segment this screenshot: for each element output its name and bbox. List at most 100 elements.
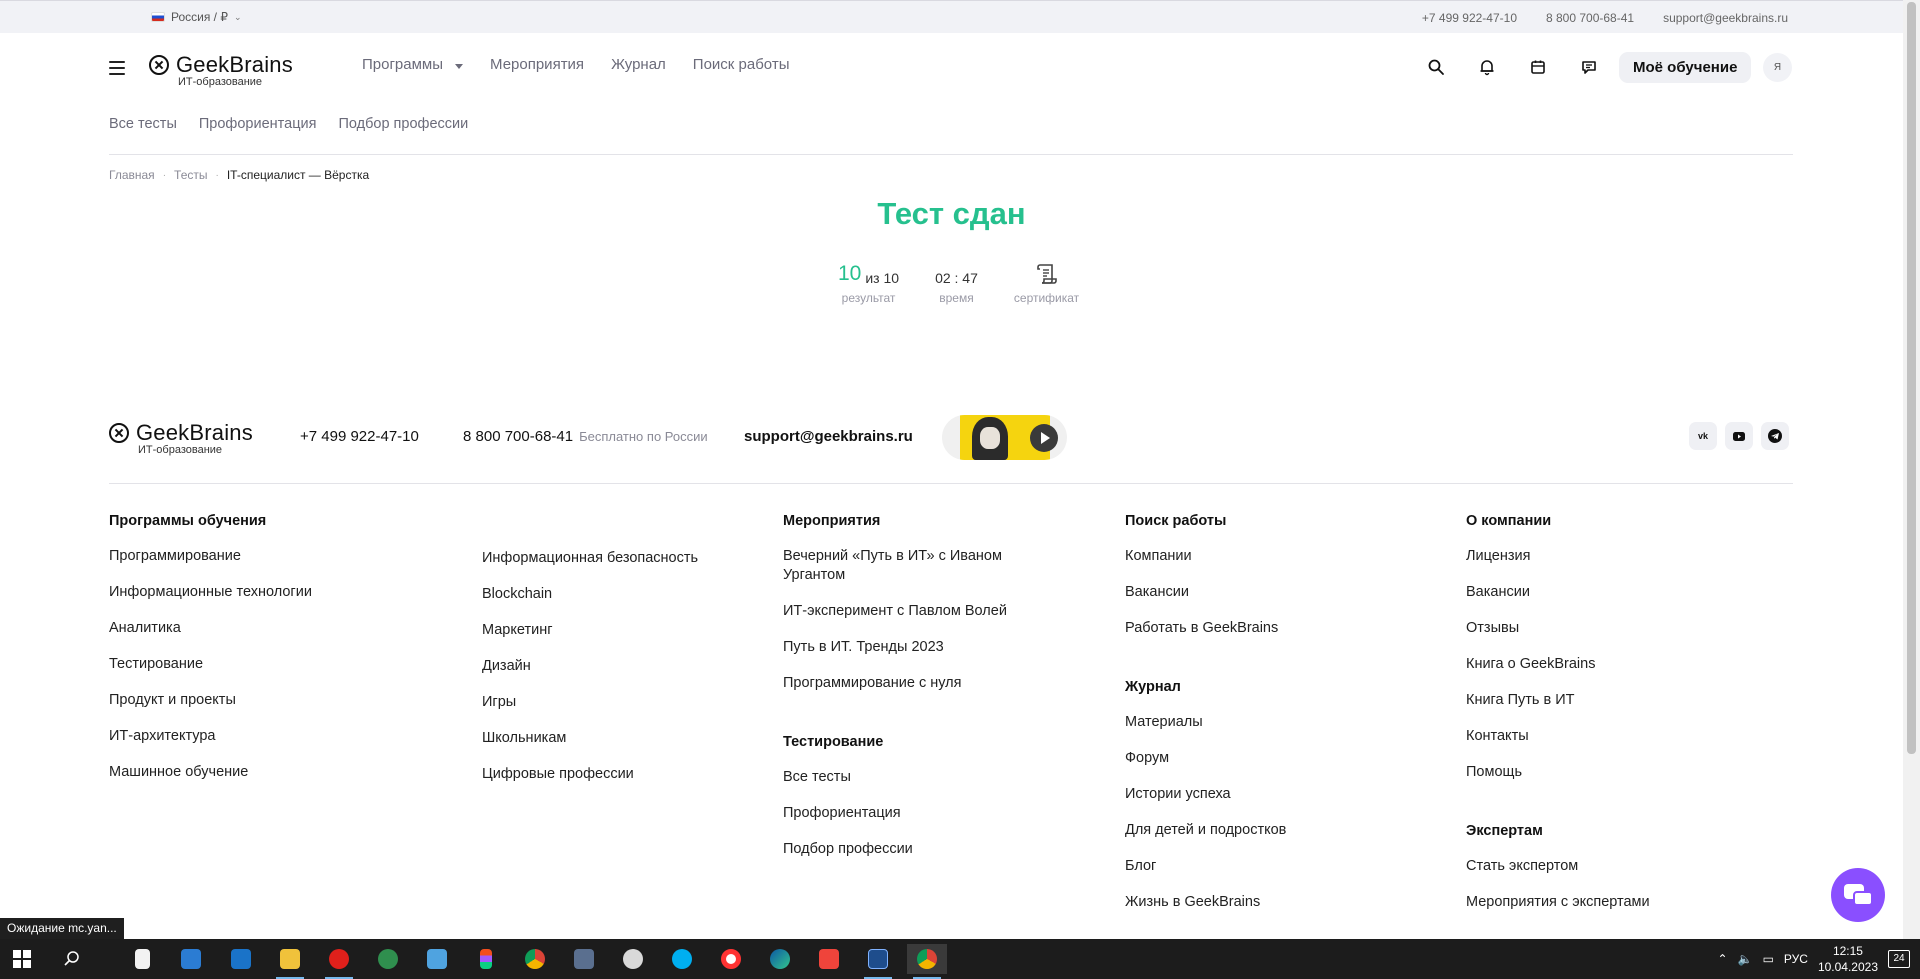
footer-email[interactable]: support@geekbrains.ru	[744, 428, 913, 445]
notifications-icon[interactable]: 24	[1888, 950, 1910, 968]
footer-link[interactable]: Маркетинг	[482, 621, 698, 640]
certificate-stat[interactable]: сертификат	[1014, 258, 1079, 305]
footer-link[interactable]: Отзывы	[1466, 619, 1650, 638]
footer-link[interactable]: Вечерний «Путь в ИТ» с Иваном Ургантом	[783, 547, 1013, 585]
footer-link[interactable]: Школьникам	[482, 729, 698, 748]
play-icon[interactable]	[1030, 424, 1058, 452]
logo[interactable]: GeekBrains ИТ-образование	[149, 52, 293, 88]
avatar[interactable]: Я	[1763, 53, 1792, 82]
subnav-all-tests[interactable]: Все тесты	[109, 116, 177, 132]
menu-icon[interactable]	[109, 61, 125, 75]
nav-events[interactable]: Мероприятия	[490, 56, 584, 73]
network-icon[interactable]: ▭	[1763, 952, 1774, 966]
footer-link[interactable]: Дизайн	[482, 657, 698, 676]
breadcrumb-home[interactable]: Главная	[109, 168, 155, 182]
footer-link[interactable]: Блог	[1125, 857, 1286, 876]
footer-phone-2[interactable]: 8 800 700-68-41	[463, 428, 573, 445]
figma-icon[interactable]	[466, 944, 506, 974]
nav-programs[interactable]: Программы	[362, 56, 464, 73]
footer-link[interactable]: Профориентация	[783, 804, 1013, 823]
chrome-active-icon[interactable]	[907, 944, 947, 979]
map-app-icon[interactable]	[368, 944, 408, 974]
vk-icon[interactable]: vk	[1689, 422, 1717, 450]
footer-link[interactable]: Книга о GeekBrains	[1466, 655, 1650, 674]
footer-link[interactable]: Работать в GeekBrains	[1125, 619, 1286, 638]
calculator-icon[interactable]	[564, 944, 604, 974]
file-icon[interactable]	[122, 944, 162, 974]
chat-widget-button[interactable]	[1831, 868, 1885, 922]
footer-link[interactable]: ИТ-эксперимент с Павлом Волей	[783, 602, 1013, 621]
vpn-app-icon[interactable]	[858, 944, 898, 979]
region-selector[interactable]: Россия / ₽ ⌄	[151, 10, 242, 24]
footer-link[interactable]: Истории успеха	[1125, 785, 1286, 804]
top-email[interactable]: support@geekbrains.ru	[1663, 11, 1788, 25]
footer-link[interactable]: Тестирование	[109, 655, 312, 674]
tray-chevron-up-icon[interactable]: ⌃	[1718, 952, 1728, 966]
promo-video-banner[interactable]	[942, 415, 1067, 460]
footer-logo[interactable]: GeekBrains ИТ-образование	[109, 420, 253, 456]
footer-link[interactable]: Лицензия	[1466, 547, 1650, 566]
footer-link[interactable]: Цифровые профессии	[482, 765, 698, 784]
footer-phone-1[interactable]: +7 499 922-47-10	[300, 428, 419, 445]
calendar-icon[interactable]	[1529, 58, 1547, 76]
language-indicator[interactable]: РУС	[1784, 952, 1808, 966]
footer-link[interactable]: ИТ-архитектура	[109, 727, 312, 746]
footer-link[interactable]: Компании	[1125, 547, 1286, 566]
footer-link[interactable]: Продукт и проекты	[109, 691, 312, 710]
top-phone-1[interactable]: +7 499 922-47-10	[1422, 11, 1517, 25]
certificate-icon[interactable]	[1036, 262, 1058, 286]
skype-icon[interactable]	[662, 944, 702, 974]
subnav-profession-match[interactable]: Подбор профессии	[338, 116, 468, 132]
footer-link[interactable]: Информационная безопасность	[482, 549, 698, 568]
footer-link[interactable]: Вакансии	[1125, 583, 1286, 602]
footer-link[interactable]: Программирование	[109, 547, 312, 566]
footer-link[interactable]: Форум	[1125, 749, 1286, 768]
footer-link[interactable]: Помощь	[1466, 763, 1650, 782]
chrome-icon[interactable]	[515, 944, 555, 974]
mail-icon[interactable]	[221, 944, 261, 974]
page-scrollbar[interactable]	[1903, 0, 1920, 939]
opera-icon[interactable]	[319, 944, 359, 979]
footer-link[interactable]: Все тесты	[783, 768, 1013, 787]
footer-link[interactable]: Информационные технологии	[109, 583, 312, 602]
footer-link[interactable]: Контакты	[1466, 727, 1650, 746]
contacts-app-icon[interactable]	[417, 944, 457, 974]
nav-job-search[interactable]: Поиск работы	[693, 56, 790, 73]
volume-icon[interactable]: 🔈	[1738, 952, 1753, 966]
telegram-icon[interactable]	[1761, 422, 1789, 450]
footer-link[interactable]: Вакансии	[1466, 583, 1650, 602]
footer-link[interactable]: Книга Путь в ИТ	[1466, 691, 1650, 710]
footer-link[interactable]: Игры	[482, 693, 698, 712]
footer-link[interactable]: Машинное обучение	[109, 763, 312, 782]
file-explorer-icon[interactable]	[270, 944, 310, 979]
footer-link[interactable]: Материалы	[1125, 713, 1286, 732]
youtube-icon[interactable]	[1725, 422, 1753, 450]
bell-icon[interactable]	[1478, 58, 1496, 76]
breadcrumb-tests[interactable]: Тесты	[174, 168, 207, 182]
yandex-browser-icon[interactable]	[711, 944, 751, 974]
tests-subnav: Все тесты Профориентация Подбор професси…	[109, 116, 468, 132]
footer-link[interactable]: Для детей и подростков	[1125, 821, 1286, 840]
subnav-career-guidance[interactable]: Профориентация	[199, 116, 317, 132]
anydesk-icon[interactable]	[809, 944, 849, 974]
paint-icon[interactable]	[613, 944, 653, 974]
nav-journal[interactable]: Журнал	[611, 56, 666, 73]
top-phone-2[interactable]: 8 800 700-68-41	[1546, 11, 1634, 25]
footer-link[interactable]: Аналитика	[109, 619, 312, 638]
footer-link[interactable]: Blockchain	[482, 585, 698, 604]
footer-link[interactable]: Жизнь в GeekBrains	[1125, 893, 1286, 912]
footer-link[interactable]: Мероприятия с экспертами	[1466, 893, 1650, 912]
footer-link[interactable]: Программирование с нуля	[783, 674, 1013, 693]
search-taskbar-icon[interactable]	[52, 944, 92, 974]
clock[interactable]: 12:15 10.04.2023	[1818, 943, 1878, 975]
message-icon[interactable]	[1580, 58, 1598, 76]
footer-link[interactable]: Подбор профессии	[783, 840, 1013, 859]
store-icon[interactable]	[171, 944, 211, 974]
scrollbar-thumb[interactable]	[1907, 2, 1916, 754]
footer-link[interactable]: Путь в ИТ. Тренды 2023	[783, 638, 1013, 657]
footer-link[interactable]: Стать экспертом	[1466, 857, 1650, 876]
search-icon[interactable]	[1427, 58, 1445, 76]
edge-icon[interactable]	[760, 944, 800, 974]
windows-start-icon[interactable]	[2, 944, 42, 974]
my-learning-button[interactable]: Моё обучение	[1619, 52, 1752, 83]
